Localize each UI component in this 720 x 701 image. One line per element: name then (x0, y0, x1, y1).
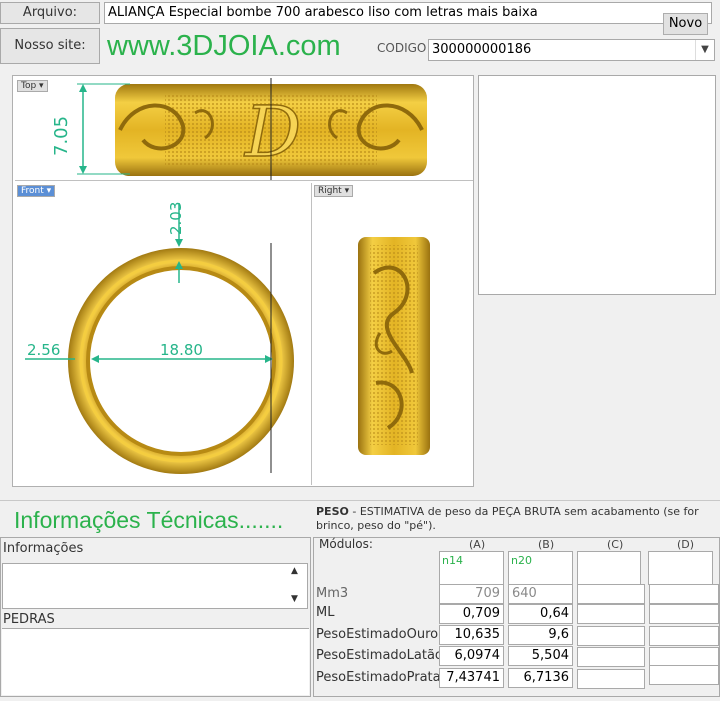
ouro-c[interactable] (577, 626, 645, 646)
pedras-textarea[interactable] (2, 628, 309, 695)
scroll-down-icon[interactable]: ▼ (291, 594, 298, 604)
column-header-a: (A) (469, 538, 486, 551)
ouro-b[interactable]: 9,6 (508, 625, 573, 645)
prata-b[interactable]: 6,7136 (508, 668, 573, 688)
module-field-a[interactable]: n14 (439, 551, 504, 585)
row-label-ml: ML (316, 605, 335, 620)
peso-label: PESO (316, 505, 349, 518)
prata-c[interactable] (577, 669, 645, 689)
prata-d[interactable] (649, 665, 719, 685)
module-field-b[interactable]: n20 (508, 551, 573, 585)
row-label-mm3: Mm3 (316, 586, 349, 601)
codigo-select[interactable]: 300000000186 (428, 39, 715, 61)
column-header-d: (D) (677, 538, 695, 551)
module-field-d[interactable] (648, 551, 713, 585)
dim-diameter-label: 18.80 (160, 341, 203, 359)
ouro-a[interactable]: 10,635 (439, 625, 504, 645)
pedras-label: PEDRAS (3, 612, 55, 627)
codigo-value: 300000000186 (432, 42, 532, 57)
dim-wall-label: 2.03 (167, 201, 185, 235)
mm3-c[interactable] (577, 584, 645, 604)
module-field-c[interactable] (577, 551, 641, 585)
row-label-prata: PesoEstimadoPrata (316, 670, 441, 685)
ring-right-image (358, 237, 430, 455)
latao-a[interactable]: 6,0974 (439, 646, 504, 666)
mm3-d[interactable] (649, 584, 719, 604)
row-label-ouro: PesoEstimadoOuro (316, 627, 439, 642)
site-url[interactable]: www.3DJOIA.com (107, 30, 341, 63)
novo-button[interactable]: Novo (663, 13, 708, 35)
ml-b[interactable]: 0,64 (508, 604, 573, 624)
ml-d[interactable] (649, 604, 719, 624)
prata-a[interactable]: 7,43741 (439, 668, 504, 688)
latao-b[interactable]: 5,504 (508, 646, 573, 666)
scroll-up-icon[interactable]: ▲ (291, 566, 298, 576)
ml-c[interactable] (577, 604, 645, 624)
informacoes-label: Informações (3, 541, 84, 556)
row-label-latao: PesoEstimadoLatão (316, 648, 443, 663)
preview-image-box (478, 75, 716, 295)
latao-c[interactable] (577, 647, 645, 667)
peso-desc: PESO - ESTIMATIVA de peso da PEÇA BRUTA … (316, 505, 716, 533)
top-view[interactable]: Top ▾ D 7.05 (15, 78, 473, 181)
codigo-label: CODIGO (377, 41, 427, 55)
ring-front-image (25, 203, 294, 474)
peso-description: - ESTIMATIVA de peso da PEÇA BRUTA sem a… (316, 505, 699, 532)
ml-a[interactable]: 0,709 (439, 604, 504, 624)
arquivo-field[interactable]: ALIANÇA Especial bombe 700 arabesco liso… (104, 2, 712, 24)
engraved-letter: D (243, 91, 301, 173)
dim-thickness-label: 2.56 (27, 341, 61, 359)
front-view[interactable]: Front ▾ 2.03 2.56 18.80 (15, 183, 309, 485)
chevron-down-icon[interactable]: ▼ (695, 40, 714, 60)
informacoes-textarea[interactable] (2, 563, 308, 609)
latao-d[interactable] (649, 647, 719, 667)
right-view[interactable]: Right ▾ (311, 183, 473, 485)
dim-height-label: 7.05 (51, 115, 72, 156)
arquivo-label: Arquivo: (0, 2, 100, 24)
tech-title: Informações Técnicas....... (14, 507, 284, 533)
ring-top-image: D (77, 78, 427, 180)
section-divider (0, 500, 720, 501)
mm3-a[interactable]: 709 (439, 584, 504, 604)
modulos-label: Módulos: (319, 537, 373, 551)
ouro-d[interactable] (649, 626, 719, 646)
column-header-c: (C) (607, 538, 624, 551)
nosso-site-label: Nosso site: (0, 28, 100, 64)
column-header-b: (B) (538, 538, 555, 551)
mm3-b[interactable]: 640 (508, 584, 573, 604)
